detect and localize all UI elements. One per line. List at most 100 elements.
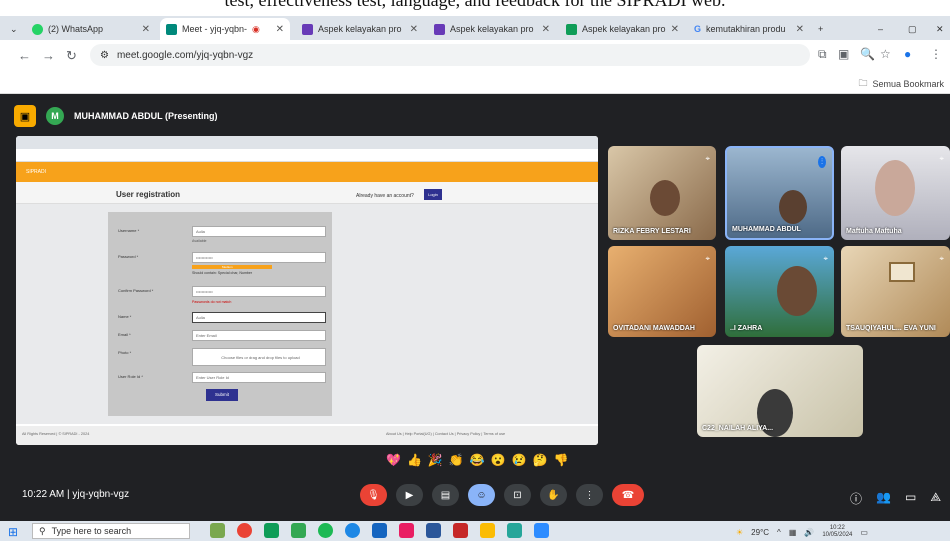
weather-temp[interactable]: 29°C [751,528,769,537]
app-icon[interactable] [453,523,468,538]
microphone-toggle-icon[interactable]: 🎙 [360,484,387,506]
more-options-icon[interactable]: ⋮ [576,484,603,506]
spotify-icon[interactable] [318,523,333,538]
close-tab-icon[interactable]: ✕ [671,24,679,35]
close-tab-icon[interactable]: ✕ [142,24,150,35]
pin-icon[interactable]: ⌖ [705,254,710,264]
profile-icon[interactable]: ● [904,47,911,61]
landscape-app-icon[interactable] [210,523,225,538]
captions-icon[interactable]: ▤ [432,484,459,506]
participant-tile[interactable]: C22_NAILAH ALIYA... [697,345,863,437]
tab-forms-1[interactable]: Aspek kelayakan pro ✕ [296,18,424,40]
password-input: •••••••••••• [192,252,326,263]
clap-reaction[interactable]: 👏 [449,453,464,467]
zoom-icon[interactable]: 🔍 [860,47,875,61]
surprised-reaction[interactable]: 😮 [491,453,506,467]
new-tab-button[interactable]: + [812,18,830,40]
participant-tile[interactable]: ⫶ MUHAMMAD ABDUL [725,146,834,240]
thumbs-down-reaction[interactable]: 👎 [554,453,569,467]
forward-icon[interactable]: → [42,48,55,63]
party-reaction[interactable]: 🎉 [428,453,443,467]
minimize-button[interactable]: – [872,18,888,40]
close-tab-icon[interactable]: ✕ [542,24,550,35]
camera-toggle-icon[interactable]: ▶ [396,484,423,506]
tab-forms-2[interactable]: Aspek kelayakan pro ✕ [428,18,556,40]
word-icon[interactable] [426,523,441,538]
app-icon[interactable] [237,523,252,538]
email-input: Enter Email [192,330,326,341]
laugh-reaction[interactable]: 😂 [470,453,485,467]
participant-tile[interactable]: ⌖ TSAUQIYAHUL... EVA YUNI [841,246,950,337]
app-icon[interactable] [264,523,279,538]
close-tab-icon[interactable]: ✕ [796,24,804,35]
windows-start-icon[interactable]: ⊞ [8,525,18,539]
participant-tile[interactable]: ⌖ OVITADANI MAWADDAH [608,246,716,337]
people-icon[interactable]: 👥 [876,490,891,507]
zoom-app-icon[interactable] [534,523,549,538]
weather-icon: ☀ [736,527,744,537]
info-icon[interactable]: ⓘ [850,490,862,507]
meet-icon [166,23,177,35]
registration-header [16,182,598,204]
heart-reaction[interactable]: 💖 [386,453,401,467]
thumbs-up-reaction[interactable]: 👍 [407,453,422,467]
tab-whatsapp[interactable]: (2) WhatsApp ✕ [26,18,156,40]
participant-video [650,180,680,216]
username-label: Username * [118,228,140,233]
sipradi-brand: SIPRADI [26,169,47,175]
bookmark-star-icon[interactable]: ☆ [880,47,891,61]
participant-tile[interactable]: ⌖ RIZKA FEBRY LESTARI [608,146,716,240]
camera-icon[interactable]: ▣ [838,47,849,61]
pin-icon[interactable]: ⌖ [939,254,944,264]
pin-icon[interactable]: ⌖ [705,154,710,164]
thinking-reaction[interactable]: 🤔 [533,453,548,467]
tab-meet[interactable]: Meet - yjq-yqbn- ◉ ✕ [160,18,290,40]
tray-chevron-icon[interactable]: ^ [777,528,781,537]
network-icon[interactable]: ▦ [789,528,797,537]
mail-icon[interactable] [372,523,387,538]
presentation-icon[interactable]: ▣ [14,105,36,127]
tab-search-menu[interactable]: ⌄ [4,18,22,40]
chrome-icon[interactable] [480,523,495,538]
raise-hand-icon[interactable]: ✋ [540,484,567,506]
notification-icon[interactable]: ▭ [860,528,868,537]
menu-icon[interactable]: ⋮ [930,47,942,61]
pin-icon[interactable]: ⌖ [939,154,944,164]
tab-label: Aspek kelayakan pro [318,24,402,34]
close-window-button[interactable]: ✕ [930,18,946,40]
maximize-button[interactable]: ▢ [902,18,918,40]
close-tab-icon[interactable]: ✕ [410,24,418,35]
site-info-icon[interactable]: ⚙ [100,50,109,61]
app-icon[interactable] [291,523,306,538]
forms-icon [434,23,445,35]
emoji-reactions-icon[interactable]: ☺ [468,484,495,506]
url-text: meet.google.com/yjq-yqbn-vgz [116,49,254,61]
taskbar-search[interactable]: ⚲ Type here to search [32,523,190,539]
reaction-bar: 💖 👍 🎉 👏 😂 😮 😢 🤔 👎 [386,453,569,467]
chat-icon[interactable]: ▭ [905,490,916,507]
present-screen-icon[interactable]: ⊡ [504,484,531,506]
bookmarks-folder[interactable]: 🗀 Semua Bookmark [858,76,944,92]
app-icon[interactable] [507,523,522,538]
close-tab-icon[interactable]: ✕ [276,24,284,35]
tab-google-search[interactable]: Gkemutakhiran produ ✕ [688,18,810,40]
name-label: Name * [118,314,132,319]
tab-sheets[interactable]: Aspek kelayakan pro ✕ [560,18,684,40]
back-icon[interactable]: ← [18,48,31,63]
participant-tile[interactable]: ⌖ ..I ZAHRA [725,246,834,337]
cast-icon[interactable]: ⧉ [818,47,827,62]
tab-label: Aspek kelayakan pro [450,24,534,34]
taskbar-clock[interactable]: 10:22 10/05/2024 [822,525,852,539]
end-call-icon[interactable]: ☎ [612,484,644,506]
sad-reaction[interactable]: 😢 [512,453,527,467]
username-hint: Available [192,239,207,243]
edge-icon[interactable] [345,523,360,538]
pin-icon[interactable]: ⌖ [823,254,828,264]
volume-icon[interactable]: 🔊 [804,528,814,537]
app-icon[interactable] [399,523,414,538]
reload-icon[interactable]: ↻ [66,48,77,64]
participant-tile[interactable]: ⌖ Maftuha Maftuha [841,146,950,240]
url-field[interactable]: ⚙ meet.google.com/yjq-yqbn-vgz [90,44,810,66]
recording-icon: ◉ [252,23,260,34]
activities-icon[interactable]: ⟁ [930,490,941,507]
